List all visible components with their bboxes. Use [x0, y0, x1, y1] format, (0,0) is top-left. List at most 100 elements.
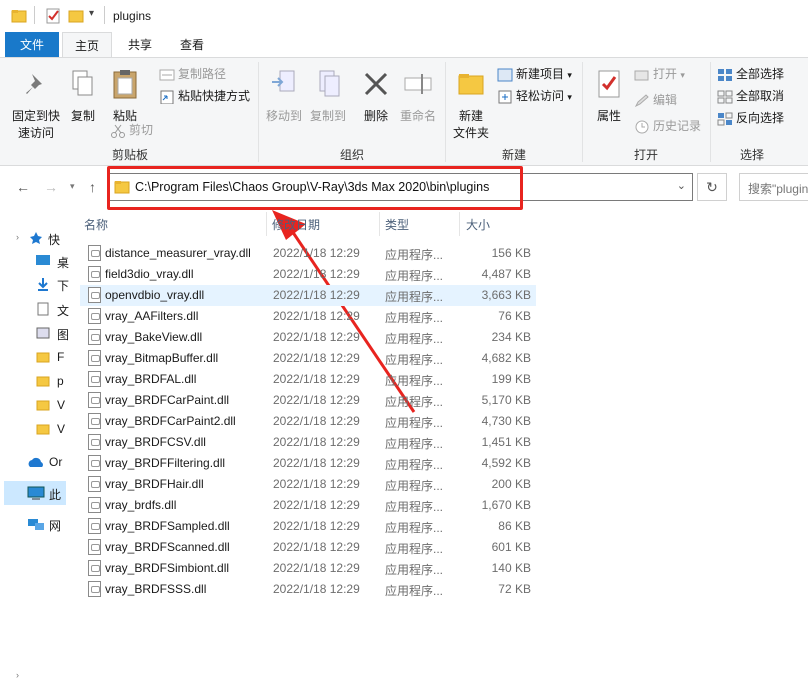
select-all-button[interactable]: 全部选择	[717, 64, 784, 84]
copy-icon	[72, 70, 93, 96]
file-size: 1,451 KB	[481, 435, 531, 449]
properties-label: 属性	[596, 109, 621, 123]
file-row[interactable]: vray_BRDFSampled.dll 2022/1/18 12:29 应用程序.…	[80, 516, 536, 537]
dll-file-icon	[88, 539, 101, 555]
history-button[interactable]: 历史记录	[634, 116, 701, 136]
column-header-size[interactable]: 大小	[466, 216, 490, 240]
paste-button[interactable]: 粘贴	[106, 68, 144, 125]
refresh-icon[interactable]: ↻	[697, 173, 727, 201]
paste-shortcut-button[interactable]: 粘贴快捷方式	[159, 86, 250, 106]
delete-button[interactable]: 删除	[358, 68, 394, 125]
recent-locations-icon[interactable]: ▾	[70, 181, 75, 192]
file-size: 72 KB	[498, 582, 531, 596]
chevron-right-icon[interactable]: ›	[16, 670, 19, 680]
file-row[interactable]: field3dio_vray.dll 2022/1/18 12:29 应用程序...…	[80, 264, 536, 285]
edit-button[interactable]: 编辑	[634, 90, 677, 110]
chevron-right-icon[interactable]: ›	[16, 232, 19, 242]
nav-folder[interactable]: V	[57, 422, 65, 436]
open-button[interactable]: 打开 ▾	[634, 64, 685, 84]
new-item-button[interactable]: 新建项目 ▾	[497, 64, 572, 84]
column-header-name[interactable]: 名称	[84, 216, 108, 240]
file-name: openvdbio_vray.dll	[105, 288, 205, 302]
file-name: vray_BRDFSimbiont.dll	[105, 561, 230, 575]
easy-access-button[interactable]: 轻松访问 ▾	[497, 86, 572, 106]
nav-folder[interactable]: p	[57, 374, 64, 388]
paste-shortcut-icon	[159, 90, 175, 105]
open-icon	[634, 68, 650, 82]
file-row[interactable]: vray_BakeView.dll 2022/1/18 12:29 应用程序... 2…	[80, 327, 536, 348]
nav-onedrive[interactable]: Or	[49, 455, 62, 469]
file-row[interactable]: vray_BRDFFiltering.dll 2022/1/18 12:29 应用程…	[80, 453, 536, 474]
copy-label: 复制	[70, 109, 95, 123]
file-name: vray_BakeView.dll	[105, 330, 203, 344]
tab-file[interactable]: 文件	[5, 32, 59, 58]
dll-file-icon	[88, 581, 101, 597]
file-size: 200 KB	[491, 477, 531, 491]
nav-folder[interactable]: V	[57, 398, 65, 412]
desktop-icon	[36, 255, 50, 265]
new-folder-button[interactable]: 新建 文件夹	[450, 68, 492, 142]
move-to-button[interactable]: 移动到	[264, 68, 304, 125]
file-row[interactable]: vray_BRDFSimbiont.dll 2022/1/18 12:29 应用程序…	[80, 558, 536, 579]
file-name: vray_BRDFCarPaint2.dll	[105, 414, 236, 428]
file-row[interactable]: vray_BRDFCarPaint2.dll 2022/1/18 12:29 应用程…	[80, 411, 536, 432]
dll-file-icon	[88, 455, 101, 471]
nav-this-pc[interactable]: 此	[49, 486, 61, 503]
nav-downloads[interactable]: 下	[57, 277, 69, 294]
file-name: field3dio_vray.dll	[105, 267, 194, 281]
nav-documents[interactable]: 文	[57, 302, 69, 319]
copy-path-icon	[159, 68, 175, 82]
file-date: 2022/1/18 12:29	[273, 498, 360, 512]
copy-to-button[interactable]: 复制到	[306, 68, 350, 125]
rename-button[interactable]: 重命名	[398, 68, 438, 125]
file-row[interactable]: vray_BRDFCarPaint.dll 2022/1/18 12:29 应用程序…	[80, 390, 536, 411]
select-none-button[interactable]: 全部取消	[717, 86, 784, 106]
rename-label: 重命名	[399, 109, 436, 123]
customize-qat-icon[interactable]: ▾	[89, 8, 94, 19]
file-row[interactable]: vray_BitmapBuffer.dll 2022/1/18 12:29 应用程序…	[80, 348, 536, 369]
invert-selection-button[interactable]: 反向选择	[717, 108, 784, 128]
file-date: 2022/1/18 12:29	[273, 561, 360, 575]
folder-icon	[36, 424, 50, 435]
dll-file-icon	[88, 287, 101, 303]
file-row[interactable]: vray_AAFilters.dll 2022/1/18 12:29 应用程序...…	[80, 306, 536, 327]
properties-quick-icon[interactable]	[45, 8, 61, 24]
nav-desktop[interactable]: 桌	[57, 254, 69, 271]
column-header-type[interactable]: 类型	[385, 216, 409, 240]
file-name: distance_measurer_vray.dll	[105, 246, 251, 260]
tab-share[interactable]: 共享	[118, 32, 162, 58]
file-row[interactable]: vray_BRDFAL.dll 2022/1/18 12:29 应用程序... 199…	[80, 369, 536, 390]
file-row[interactable]: vray_brdfs.dll 2022/1/18 12:29 应用程序... 1,67…	[80, 495, 536, 516]
dll-file-icon	[88, 560, 101, 576]
up-arrow-icon[interactable]: ↑	[89, 179, 96, 195]
nav-folder[interactable]: F	[57, 350, 64, 364]
copy-button[interactable]: 复制	[66, 68, 100, 125]
file-row[interactable]: vray_BRDFCSV.dll 2022/1/18 12:29 应用程序... 1,…	[80, 432, 536, 453]
copy-path-button[interactable]: 复制路径	[159, 64, 226, 84]
search-input[interactable]: 搜索"plugins"	[739, 173, 808, 201]
dll-file-icon	[88, 371, 101, 387]
star-icon	[30, 232, 42, 244]
file-type: 应用程序...	[385, 416, 444, 430]
tab-home[interactable]: 主页	[62, 32, 112, 59]
nav-network[interactable]: 网	[49, 517, 61, 534]
nav-quick-access[interactable]: 快	[48, 231, 60, 248]
column-header-date[interactable]: 修改日期	[272, 216, 320, 240]
file-row[interactable]: openvdbio_vray.dll 2022/1/18 12:29 应用程序...…	[80, 285, 536, 306]
chevron-down-icon[interactable]: ⌄	[677, 179, 686, 192]
file-row[interactable]: distance_measurer_vray.dll 2022/1/18 12:2…	[80, 243, 536, 264]
pin-quick-access-button[interactable]: 固定到快 速访问	[8, 68, 64, 142]
file-row[interactable]: vray_BRDFHair.dll 2022/1/18 12:29 应用程序... 2…	[80, 474, 536, 495]
back-arrow-icon[interactable]: ←	[16, 179, 30, 195]
file-row[interactable]: vray_BRDFSSS.dll 2022/1/18 12:29 应用程序... 72…	[80, 579, 536, 600]
forward-arrow-icon[interactable]: →	[44, 179, 58, 195]
new-folder-quick-icon[interactable]	[68, 8, 84, 24]
file-date: 2022/1/18 12:29	[273, 456, 360, 470]
file-row[interactable]: vray_BRDFScanned.dll 2022/1/18 12:29 应用程序.…	[80, 537, 536, 558]
file-name: vray_brdfs.dll	[105, 498, 177, 512]
move-to-label: 移动到	[265, 109, 302, 123]
nav-pictures[interactable]: 图	[57, 326, 69, 343]
tab-view[interactable]: 查看	[170, 32, 214, 58]
cut-button[interactable]: 剪切	[110, 120, 153, 140]
properties-button[interactable]: 属性	[589, 68, 629, 125]
